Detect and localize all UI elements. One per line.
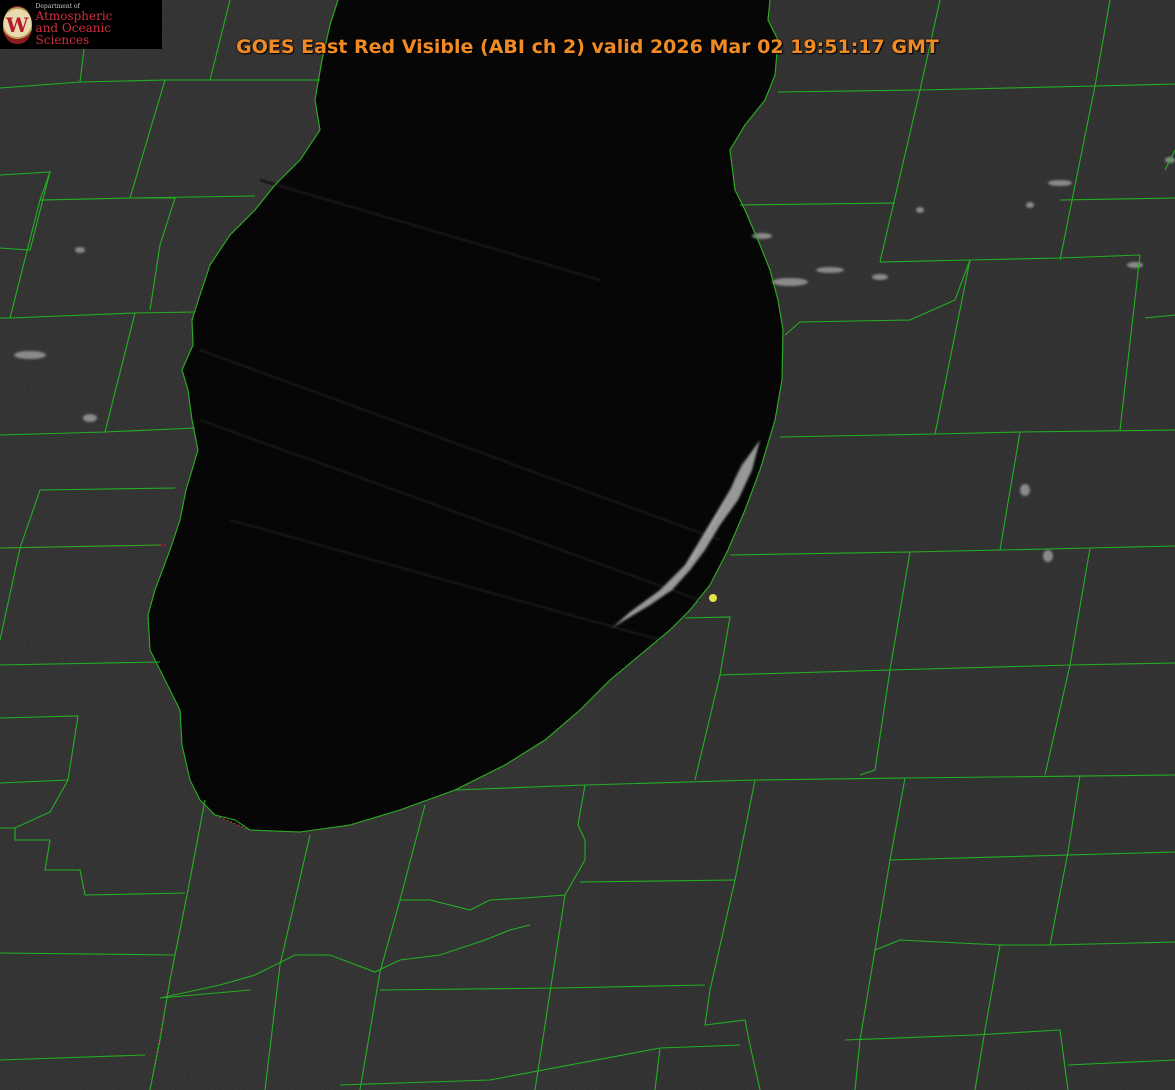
image-title: GOES East Red Visible (ABI ch 2) valid 2… [236, 36, 939, 58]
satellite-map [0, 0, 1175, 1090]
yellow-dot-marker [709, 594, 717, 602]
seal-letter: W [6, 12, 29, 37]
logo-line1: Atmospheric [35, 8, 113, 23]
